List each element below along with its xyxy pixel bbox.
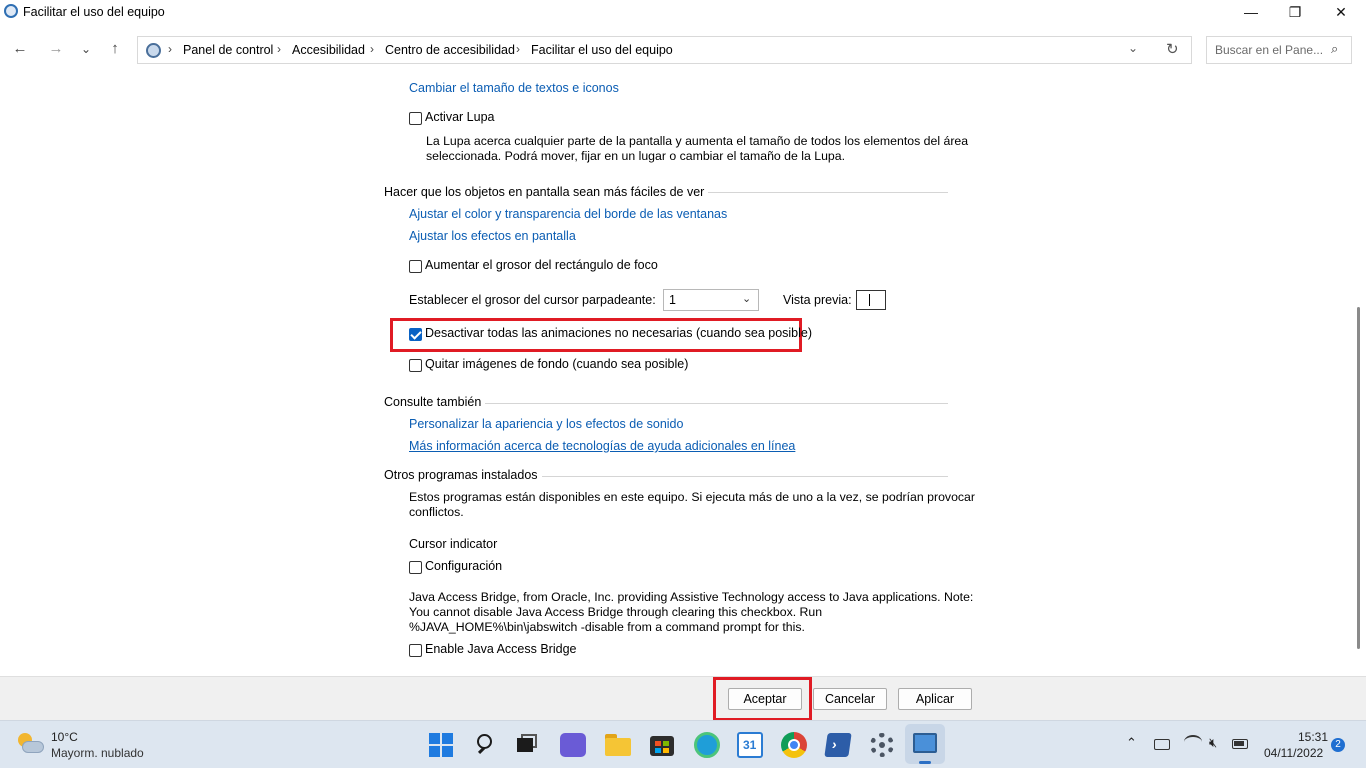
address-bar[interactable]: › Panel de control › Accesibilidad › Cen… — [137, 36, 1192, 64]
wifi-icon[interactable] — [1184, 735, 1202, 749]
recent-locations-chevron-icon[interactable]: ⌄ — [74, 38, 98, 62]
programs-description-line: conflictos. — [409, 505, 464, 519]
navigation-bar: ← → ⌄ ↑ › Panel de control › Accesibilid… — [0, 30, 1366, 70]
magnifier-label[interactable]: Activar Lupa — [425, 110, 494, 124]
search-box[interactable]: Buscar en el Pane... ⌕ — [1206, 36, 1352, 64]
ok-button[interactable]: Aceptar — [728, 688, 802, 710]
active-app-indicator — [919, 761, 931, 764]
cursor-indicator-title: Cursor indicator — [409, 537, 498, 551]
disable-animations-checkbox[interactable] — [409, 328, 422, 341]
calendar-day: 31 — [743, 738, 757, 752]
chevron-down-icon: ⌄ — [742, 293, 752, 305]
title-bar: Facilitar el uso del equipo — ❐ ✕ — [0, 0, 1366, 26]
notification-count-badge[interactable]: 2 — [1331, 738, 1345, 752]
cursor-thickness-select[interactable]: 1 ⌄ — [663, 289, 759, 311]
up-arrow-icon[interactable]: ↑ — [103, 38, 127, 62]
microsoft-store-icon[interactable] — [650, 732, 674, 756]
refresh-icon[interactable]: ↻ — [1166, 40, 1179, 58]
magnifier-description: La Lupa acerca cualquier parte de la pan… — [426, 134, 968, 164]
disable-animations-label[interactable]: Desactivar todas las animaciones no nece… — [425, 326, 812, 340]
clock-date[interactable]: 04/11/2022 — [1264, 746, 1323, 760]
task-view-icon[interactable] — [517, 734, 539, 754]
link-window-color[interactable]: Ajustar el color y transparencia del bor… — [409, 207, 727, 221]
keyboard-icon[interactable] — [1154, 739, 1170, 750]
taskbar: 10°C Mayorm. nublado 31 › ⌃ 🔇︎ 15:31 04/… — [0, 720, 1366, 768]
address-dropdown-chevron-icon[interactable]: ⌄ — [1128, 41, 1138, 55]
configuration-checkbox[interactable] — [409, 561, 422, 574]
control-panel-taskbar-icon — [913, 733, 937, 753]
control-panel-taskbar-button[interactable] — [905, 724, 945, 764]
back-arrow-icon[interactable]: ← — [8, 38, 32, 62]
breadcrumb-control-panel[interactable]: Panel de control — [183, 43, 273, 57]
breadcrumb-separator-icon: › — [370, 42, 374, 56]
configuration-label[interactable]: Configuración — [425, 559, 502, 573]
search-input[interactable]: Buscar en el Pane... — [1215, 43, 1323, 57]
calendar-icon[interactable]: 31 — [737, 732, 763, 758]
restore-button[interactable]: ❐ — [1272, 0, 1318, 26]
powershell-icon[interactable]: › — [824, 733, 852, 757]
settings-gear-icon[interactable] — [870, 733, 894, 757]
window-title: Facilitar el uso del equipo — [23, 5, 165, 19]
section-heading-other-programs: Otros programas instalados — [384, 468, 542, 482]
java-access-bridge-label[interactable]: Enable Java Access Bridge — [425, 642, 576, 656]
java-description-line: %JAVA_HOME%\bin\jabswitch -disable from … — [409, 620, 805, 634]
cursor-thickness-value: 1 — [669, 293, 676, 307]
link-more-info-online[interactable]: Más información acerca de tecnologías de… — [409, 439, 795, 453]
cursor-preview-caret — [869, 294, 870, 306]
breadcrumb-separator-icon: › — [168, 42, 172, 56]
remove-background-checkbox[interactable] — [409, 359, 422, 372]
java-description-line: Java Access Bridge, from Oracle, Inc. pr… — [409, 590, 974, 604]
magnifier-description-line: seleccionada. Podrá mover, fijar en un l… — [426, 149, 846, 163]
apply-button[interactable]: Aplicar — [898, 688, 972, 710]
vertical-scrollbar[interactable] — [1352, 70, 1366, 676]
java-description-line: You cannot disable Java Access Bridge th… — [409, 605, 823, 619]
focus-rectangle-checkbox[interactable] — [409, 260, 422, 273]
link-screen-effects[interactable]: Ajustar los efectos en pantalla — [409, 229, 576, 243]
section-heading-visibility: Hacer que los objetos en pantalla sean m… — [384, 185, 709, 199]
weather-temperature[interactable]: 10°C — [51, 730, 78, 744]
remove-background-label[interactable]: Quitar imágenes de fondo (cuando sea pos… — [425, 357, 688, 371]
control-panel-icon — [146, 43, 161, 58]
breadcrumb-separator-icon: › — [277, 42, 281, 56]
forward-arrow-icon[interactable]: → — [44, 38, 68, 62]
section-heading-see-also: Consulte también — [384, 395, 486, 409]
weather-description[interactable]: Mayorm. nublado — [51, 746, 144, 760]
cancel-button[interactable]: Cancelar — [813, 688, 887, 710]
clock-time[interactable]: 15:31 — [1298, 730, 1328, 744]
focus-rectangle-label[interactable]: Aumentar el grosor del rectángulo de foc… — [425, 258, 658, 272]
scrollbar-thumb[interactable] — [1357, 307, 1360, 649]
chat-camera-icon[interactable] — [560, 733, 586, 757]
link-change-text-size[interactable]: Cambiar el tamaño de textos e iconos — [409, 81, 619, 95]
magnifier-checkbox[interactable] — [409, 112, 422, 125]
breadcrumb-ease-of-access-center[interactable]: Centro de accesibilidad — [385, 43, 515, 57]
preview-label: Vista previa: — [783, 293, 852, 307]
close-button[interactable]: ✕ — [1318, 0, 1364, 26]
link-personalize[interactable]: Personalizar la apariencia y los efectos… — [409, 417, 683, 431]
weather-cloud-icon[interactable] — [16, 731, 46, 757]
volume-muted-icon[interactable]: 🔇︎ — [1209, 735, 1217, 751]
taskbar-search-icon[interactable] — [475, 733, 497, 755]
programs-description: Estos programas están disponibles en est… — [409, 490, 975, 520]
java-access-bridge-description: Java Access Bridge, from Oracle, Inc. pr… — [409, 590, 973, 635]
accessibility-app-icon — [4, 4, 18, 18]
file-explorer-icon[interactable] — [605, 734, 631, 756]
java-access-bridge-checkbox[interactable] — [409, 644, 422, 657]
chrome-browser-icon[interactable] — [781, 732, 807, 758]
start-windows-icon[interactable] — [429, 733, 453, 757]
magnifier-description-line: La Lupa acerca cualquier parte de la pan… — [426, 134, 969, 148]
dialog-button-bar: Aceptar Cancelar Aplicar — [0, 676, 1366, 721]
content-area: Cambiar el tamaño de textos e iconos Act… — [0, 70, 1366, 676]
edge-browser-icon[interactable] — [694, 732, 720, 758]
programs-description-line: Estos programas están disponibles en est… — [409, 490, 975, 504]
battery-icon[interactable] — [1232, 739, 1248, 749]
breadcrumb-current-page[interactable]: Facilitar el uso del equipo — [531, 43, 673, 57]
cursor-preview-box — [856, 290, 886, 310]
breadcrumb-separator-icon: › — [516, 42, 520, 56]
cursor-thickness-label: Establecer el grosor del cursor parpadea… — [409, 293, 656, 307]
search-icon[interactable]: ⌕ — [1331, 41, 1338, 57]
breadcrumb-accessibility[interactable]: Accesibilidad — [292, 43, 365, 57]
show-hidden-icons-chevron-icon[interactable]: ⌃ — [1126, 735, 1137, 751]
minimize-button[interactable]: — — [1228, 0, 1274, 26]
